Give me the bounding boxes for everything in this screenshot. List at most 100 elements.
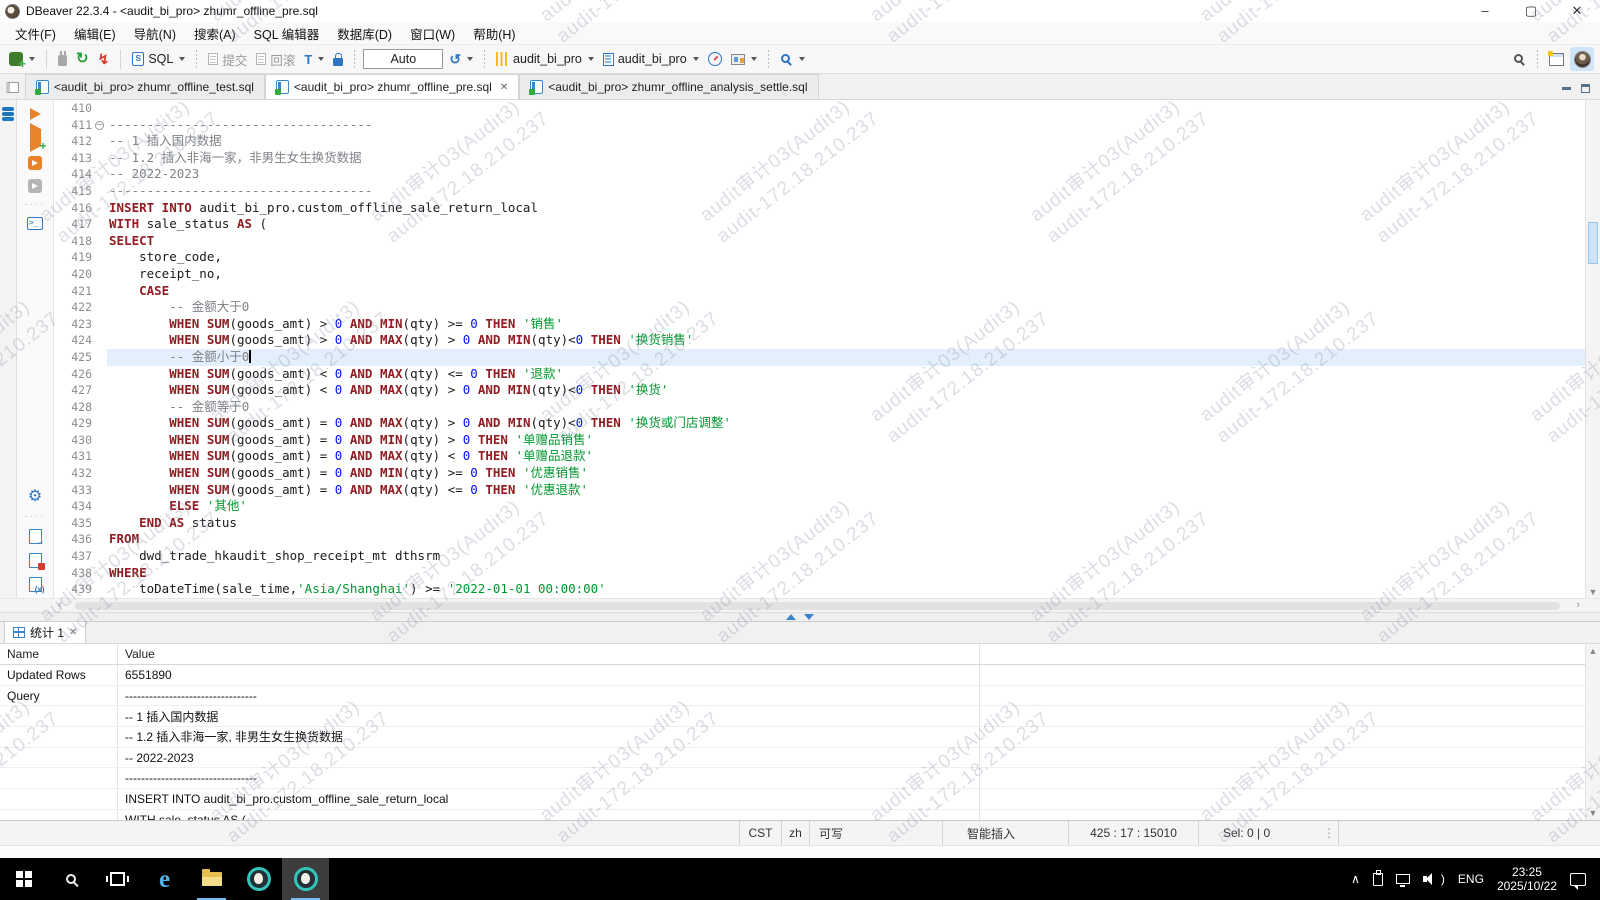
- speaker-icon[interactable]: [1423, 873, 1437, 885]
- code-line[interactable]: 428 -- 金额等于0: [54, 399, 1585, 416]
- explain-plan-icon[interactable]: [28, 179, 42, 193]
- script-variables-icon[interactable]: (x): [29, 577, 42, 592]
- editor-horizontal-scrollbar[interactable]: ‹ ›: [0, 598, 1600, 612]
- maximize-view-icon[interactable]: [1581, 84, 1590, 93]
- new-connection-button[interactable]: [6, 50, 38, 68]
- code-line[interactable]: 434 ELSE '其他': [54, 498, 1585, 515]
- invalidate-button[interactable]: ↯: [95, 50, 113, 68]
- scroll-left-icon[interactable]: ‹: [58, 599, 62, 611]
- sql-search-button[interactable]: [777, 51, 808, 68]
- code-line[interactable]: 435 END AS status: [54, 515, 1585, 532]
- reconnect-button[interactable]: ↻: [73, 50, 92, 68]
- execute-statement-icon[interactable]: [30, 108, 41, 120]
- scroll-down-icon[interactable]: ▼: [1586, 587, 1600, 597]
- schema-selector[interactable]: audit_bi_pro: [600, 50, 702, 68]
- code-line[interactable]: 417WITH sale_status AS (: [54, 216, 1585, 233]
- disconnect-button[interactable]: [55, 50, 70, 68]
- code-line[interactable]: 418SELECT: [54, 233, 1585, 250]
- code-line[interactable]: 433 WHEN SUM(goods_amt) = 0 AND MAX(qty)…: [54, 482, 1585, 499]
- code-line[interactable]: 423 WHEN SUM(goods_amt) > 0 AND MIN(qty)…: [54, 316, 1585, 333]
- rollback-button[interactable]: 回滚: [253, 48, 298, 71]
- table-row[interactable]: -- 1.2 插入非海一家, 非男生女生换货数据: [0, 727, 1600, 748]
- code-line[interactable]: 414-- 2022-2023: [54, 166, 1585, 183]
- file-explorer-button[interactable]: [188, 858, 235, 900]
- usb-icon[interactable]: [1373, 873, 1383, 886]
- transaction-mode-button[interactable]: T: [301, 50, 327, 69]
- code-line[interactable]: 413-- 1.2 插入非海一家，非男生女生换货数据: [54, 150, 1585, 167]
- dropdown-caret-icon[interactable]: [588, 57, 594, 61]
- menu-item[interactable]: 编辑(E): [65, 24, 125, 43]
- scroll-right-icon[interactable]: ›: [1576, 599, 1580, 611]
- scroll-down-icon[interactable]: ▼: [1586, 808, 1600, 818]
- tray-expand-icon[interactable]: ∧: [1351, 872, 1360, 886]
- scroll-up-icon[interactable]: ▲: [1586, 646, 1600, 656]
- export-script-icon[interactable]: →: [29, 529, 42, 544]
- dropdown-caret-icon[interactable]: [693, 57, 699, 61]
- connection-selector[interactable]: audit_bi_pro: [493, 50, 597, 68]
- minimize-button[interactable]: –: [1462, 0, 1508, 22]
- code-line[interactable]: 424 WHEN SUM(goods_amt) > 0 AND MAX(qty)…: [54, 332, 1585, 349]
- editor-tab[interactable]: <audit_bi_pro> zhumr_offline_analysis_se…: [519, 74, 818, 99]
- editor-tab[interactable]: <audit_bi_pro> zhumr_offline_pre.sql✕: [265, 74, 519, 99]
- menu-item[interactable]: SQL 编辑器: [245, 24, 329, 43]
- code-line[interactable]: 429 WHEN SUM(goods_amt) = 0 AND MAX(qty)…: [54, 415, 1585, 432]
- code-line[interactable]: 415-----------------------------------: [54, 183, 1585, 200]
- tab-close-icon[interactable]: ✕: [69, 627, 77, 638]
- code-line[interactable]: 436FROM: [54, 531, 1585, 548]
- commit-button[interactable]: 提交: [205, 48, 250, 71]
- code-line[interactable]: 416INSERT INTO audit_bi_pro.custom_offli…: [54, 200, 1585, 217]
- menu-item[interactable]: 数据库(D): [328, 24, 401, 43]
- code-line[interactable]: 422 -- 金额大于0: [54, 299, 1585, 316]
- start-button[interactable]: [0, 858, 47, 900]
- menu-item[interactable]: 文件(F): [6, 24, 65, 43]
- table-row[interactable]: -- 2022-2023: [0, 748, 1600, 769]
- code-line[interactable]: 411–-----------------------------------: [54, 117, 1585, 134]
- table-row[interactable]: INSERT INTO audit_bi_pro.custom_offline_…: [0, 789, 1600, 810]
- global-search-button[interactable]: [1510, 51, 1529, 68]
- close-button[interactable]: ✕: [1554, 0, 1600, 22]
- network-icon[interactable]: [1396, 874, 1410, 884]
- dashboard-button[interactable]: [705, 50, 725, 68]
- sash-down-icon[interactable]: [804, 614, 814, 620]
- output-console-icon[interactable]: >_: [27, 217, 43, 230]
- dbeaver-taskbar-button[interactable]: [235, 858, 282, 900]
- code-line[interactable]: 412-- 1 插入国内数据: [54, 133, 1585, 150]
- scrollbar-thumb[interactable]: [1588, 222, 1598, 264]
- collapse-icon[interactable]: –: [95, 121, 104, 130]
- table-row[interactable]: ---------------------------------: [0, 768, 1600, 789]
- menu-item[interactable]: 搜索(A): [185, 24, 245, 43]
- save-file-icon[interactable]: [29, 553, 42, 568]
- open-perspective-button[interactable]: [1546, 51, 1567, 68]
- dropdown-caret-icon[interactable]: [799, 57, 805, 61]
- caret-position-indicator[interactable]: 425 : 17 : 15010: [1068, 821, 1198, 845]
- menu-item[interactable]: 帮助(H): [464, 24, 524, 43]
- input-language-indicator[interactable]: ENG: [1458, 872, 1484, 886]
- code-line[interactable]: 420 receipt_no,: [54, 266, 1585, 283]
- dropdown-caret-icon[interactable]: [179, 57, 185, 61]
- code-line[interactable]: 425 -- 金额小于0: [54, 349, 1585, 366]
- sql-code-editor[interactable]: 410411–---------------------------------…: [54, 100, 1585, 598]
- code-line[interactable]: 439 toDateTime(sale_time,'Asia/Shanghai'…: [54, 581, 1585, 598]
- user-profile-button[interactable]: [1570, 47, 1594, 71]
- dbeaver-active-taskbar-button[interactable]: [282, 858, 329, 900]
- table-row[interactable]: -- 1 插入国内数据: [0, 706, 1600, 727]
- table-row[interactable]: Query---------------------------------: [0, 686, 1600, 707]
- column-header-value[interactable]: Value: [118, 644, 980, 664]
- statistics-tab[interactable]: 统计 1 ✕: [4, 621, 86, 643]
- editor-vertical-scrollbar[interactable]: ▼: [1585, 100, 1600, 598]
- code-line[interactable]: 410: [54, 100, 1585, 117]
- sash-up-icon[interactable]: [786, 614, 796, 620]
- editor-pane-icon[interactable]: [6, 82, 19, 93]
- insert-mode-indicator[interactable]: 智能插入: [942, 821, 1068, 845]
- maximize-button[interactable]: ▢: [1508, 0, 1554, 22]
- editor-tab[interactable]: <audit_bi_pro> zhumr_offline_test.sql: [25, 74, 265, 99]
- code-line[interactable]: 419 store_code,: [54, 249, 1585, 266]
- menu-item[interactable]: 窗口(W): [401, 24, 464, 43]
- internet-explorer-button[interactable]: e: [141, 858, 188, 900]
- tasks-button[interactable]: [728, 52, 760, 67]
- dropdown-caret-icon[interactable]: [467, 57, 473, 61]
- query-history-button[interactable]: ↺: [446, 50, 476, 68]
- scrollbar-thumb[interactable]: [75, 602, 1560, 610]
- tab-close-icon[interactable]: ✕: [500, 82, 508, 93]
- commit-mode-combo[interactable]: Auto: [363, 49, 443, 69]
